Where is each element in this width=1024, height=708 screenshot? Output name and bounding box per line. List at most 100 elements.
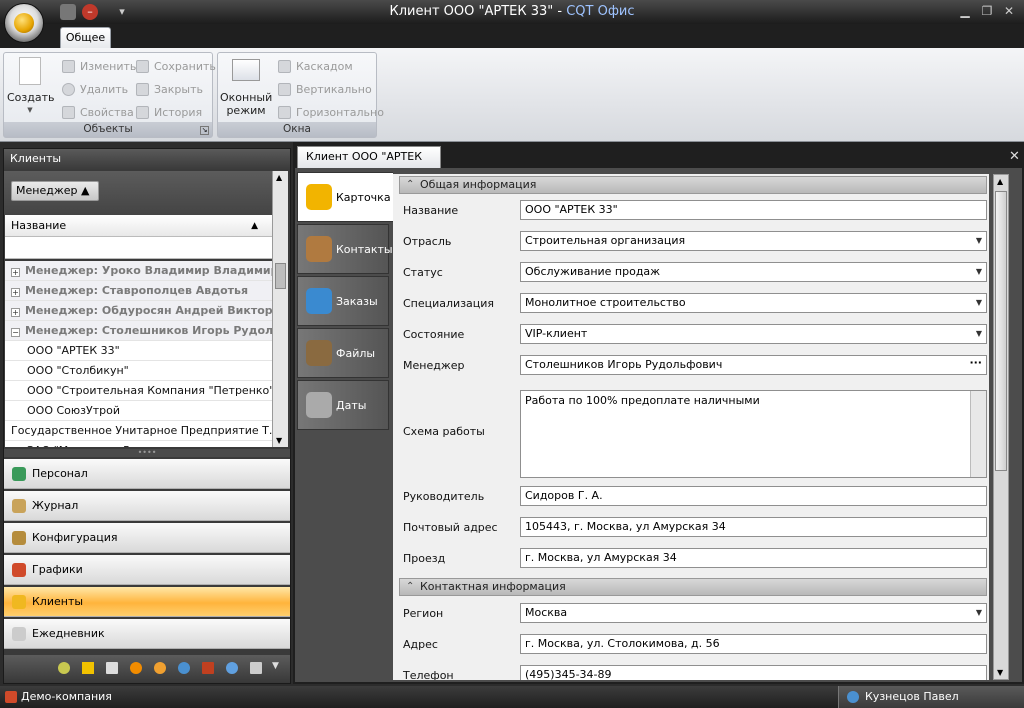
nav-item[interactable]: Клиенты — [4, 587, 290, 617]
properties-button[interactable]: Свойства — [62, 103, 134, 123]
group-icon[interactable] — [178, 662, 190, 674]
warning-icon[interactable] — [130, 662, 142, 674]
group-row[interactable]: + Менеджер: Ставрополцев Авдотья — [5, 281, 272, 301]
status-select[interactable]: Обслуживание продаж ▼ — [520, 262, 987, 282]
group-row[interactable]: + Менеджер: Обдуросян Андрей Викторо... — [5, 301, 272, 321]
section-contact[interactable]: ⌃ Контактная информация — [399, 578, 987, 596]
dropdown-arrow-icon[interactable]: ▼ — [976, 232, 982, 250]
nav-item[interactable]: Графики — [4, 555, 290, 585]
edit-button[interactable]: Изменить — [62, 57, 136, 77]
region-select[interactable]: Москва ▼ — [520, 603, 987, 623]
group-row[interactable]: + Менеджер: Уроко Владимир Владимиро... — [5, 261, 272, 281]
phone-field[interactable]: (495)345-34-89 — [520, 665, 987, 680]
nav-item-label: Графики — [32, 563, 83, 576]
cascade-icon — [278, 60, 291, 73]
document-icon[interactable] — [106, 662, 118, 674]
address-field[interactable]: г. Москва, ул. Столокимова, д. 56 — [520, 634, 987, 654]
expand-icon[interactable]: + — [11, 268, 20, 277]
nav-item[interactable]: Конфигурация — [4, 523, 290, 553]
user-icon[interactable] — [154, 662, 166, 674]
nav-item[interactable]: Персонал — [4, 459, 290, 489]
tab-dates[interactable]: Даты — [297, 380, 389, 430]
window-mode-button[interactable]: Оконный режим — [220, 59, 272, 121]
head-field[interactable]: Сидоров Г. А. — [520, 486, 987, 506]
ellipsis-icon[interactable]: ··· — [969, 356, 982, 372]
close-tab-icon[interactable]: ✕ — [1009, 149, 1020, 164]
dropdown-arrow-icon[interactable]: ▼ — [976, 294, 982, 312]
scroll-down-icon[interactable]: ▼ — [276, 436, 282, 445]
expand-icon[interactable]: + — [11, 288, 20, 297]
cascade-button[interactable]: Каскадом — [278, 57, 353, 77]
app-menu-button[interactable] — [4, 3, 44, 43]
form-scrollbar[interactable]: ▲ ▼ — [993, 174, 1009, 680]
tab-card[interactable]: Карточка — [297, 172, 393, 222]
dropdown-arrow-icon[interactable]: ▼ — [976, 325, 982, 343]
section-general[interactable]: ⌃ Общая информация — [399, 176, 987, 194]
close-button[interactable]: Закрыть — [136, 80, 203, 100]
tab-orders[interactable]: Заказы — [297, 276, 389, 326]
industry-select[interactable]: Строительная организация ▼ — [520, 231, 987, 251]
close-window-icon[interactable]: ✕ — [998, 3, 1020, 19]
star-icon[interactable] — [82, 662, 94, 674]
dropdown-arrow-icon[interactable]: ▼ — [976, 604, 982, 622]
postal-field[interactable]: 105443, г. Москва, ул Амурская 34 — [520, 517, 987, 537]
scroll-up-icon[interactable]: ▲ — [276, 173, 282, 182]
dropdown-arrow-icon[interactable]: ▼ — [976, 263, 982, 281]
name-field[interactable]: ООО "АРТЕК 33" — [520, 200, 987, 220]
chevron-down-icon[interactable]: ▼ — [272, 661, 279, 671]
current-user[interactable]: Кузнецов Павел Вячеславович — [838, 686, 1024, 708]
note-icon[interactable] — [250, 662, 262, 674]
row-text: Менеджер: Ставрополцев Авдотья — [25, 284, 249, 297]
pie-icon[interactable] — [226, 662, 238, 674]
table-row[interactable]: ООО СоюзУтрой — [5, 401, 272, 421]
scroll-down-icon[interactable]: ▼ — [997, 668, 1003, 677]
row-text: Менеджер: Столешников Игорь Рудоль... — [25, 324, 272, 337]
table-row[interactable]: ЗАО "Монтажно-Р... — [5, 441, 272, 447]
restore-icon[interactable]: ❐ — [976, 3, 998, 19]
grid-scrollbar[interactable]: ▲ ▼ — [272, 171, 288, 447]
head-label: Руководитель — [403, 490, 485, 503]
table-row[interactable]: ООО "Строительная Компания "Петренко" — [5, 381, 272, 401]
house-icon[interactable] — [202, 662, 214, 674]
manager-picker[interactable]: Столешников Игорь Рудольфович ··· — [520, 355, 987, 375]
scroll-thumb[interactable] — [995, 191, 1007, 471]
group-chip-manager[interactable]: Менеджер ▲ — [11, 181, 99, 201]
spec-select[interactable]: Монолитное строительство ▼ — [520, 293, 987, 313]
table-row[interactable]: ООО "АРТЕК 33" — [5, 341, 272, 361]
memo-scrollbar[interactable] — [970, 391, 986, 477]
minimize-icon[interactable]: ▁ — [954, 3, 976, 19]
vertical-button[interactable]: Вертикально — [278, 80, 372, 100]
expand-icon[interactable]: + — [11, 308, 20, 317]
house-icon — [5, 691, 17, 703]
horizontal-button[interactable]: Горизонтально — [278, 103, 384, 123]
status-value: Обслуживание продаж — [525, 265, 661, 278]
collapse-icon[interactable]: − — [11, 328, 20, 337]
group-row[interactable]: − Менеджер: Столешников Игорь Рудоль... — [5, 321, 272, 341]
row-text: ООО СоюзУтрой — [27, 404, 120, 417]
tab-general[interactable]: Общее — [60, 27, 111, 49]
company-name: Демо-компания — [21, 690, 112, 703]
history-button[interactable]: История — [136, 103, 202, 123]
scroll-up-icon[interactable]: ▲ — [997, 177, 1003, 186]
scroll-thumb[interactable] — [275, 263, 286, 289]
dialog-launcher-icon[interactable]: ↘ — [200, 126, 209, 135]
nav-item[interactable]: Ежедневник — [4, 619, 290, 649]
filter-input[interactable] — [5, 237, 272, 259]
delete-button[interactable]: Удалить — [62, 80, 128, 100]
table-row[interactable]: Государственное Унитарное Предприятие Т.… — [5, 421, 272, 441]
create-button[interactable]: Создать ▼ — [7, 57, 55, 119]
route-field[interactable]: г. Москва, ул Амурская 34 — [520, 548, 987, 568]
nav-item[interactable]: Журнал — [4, 491, 290, 521]
group-by-area: Менеджер ▲ — [4, 171, 272, 215]
tab-contacts[interactable]: Контакты — [297, 224, 393, 274]
column-header-name[interactable]: Название ▲ — [5, 215, 272, 237]
document-tab[interactable]: Клиент ООО "АРТЕК 33" — [297, 146, 441, 183]
nav-icon-1[interactable] — [58, 662, 70, 674]
state-select[interactable]: VIP-клиент ▼ — [520, 324, 987, 344]
save-button[interactable]: Сохранить — [136, 57, 216, 77]
scheme-memo[interactable]: Работа по 100% предоплате наличными — [520, 390, 987, 478]
table-row[interactable]: ООО "Столбикун" — [5, 361, 272, 381]
group-chip-label: Менеджер — [16, 184, 78, 197]
panel-splitter[interactable]: •••• — [4, 449, 290, 457]
tab-files[interactable]: Файлы — [297, 328, 389, 378]
